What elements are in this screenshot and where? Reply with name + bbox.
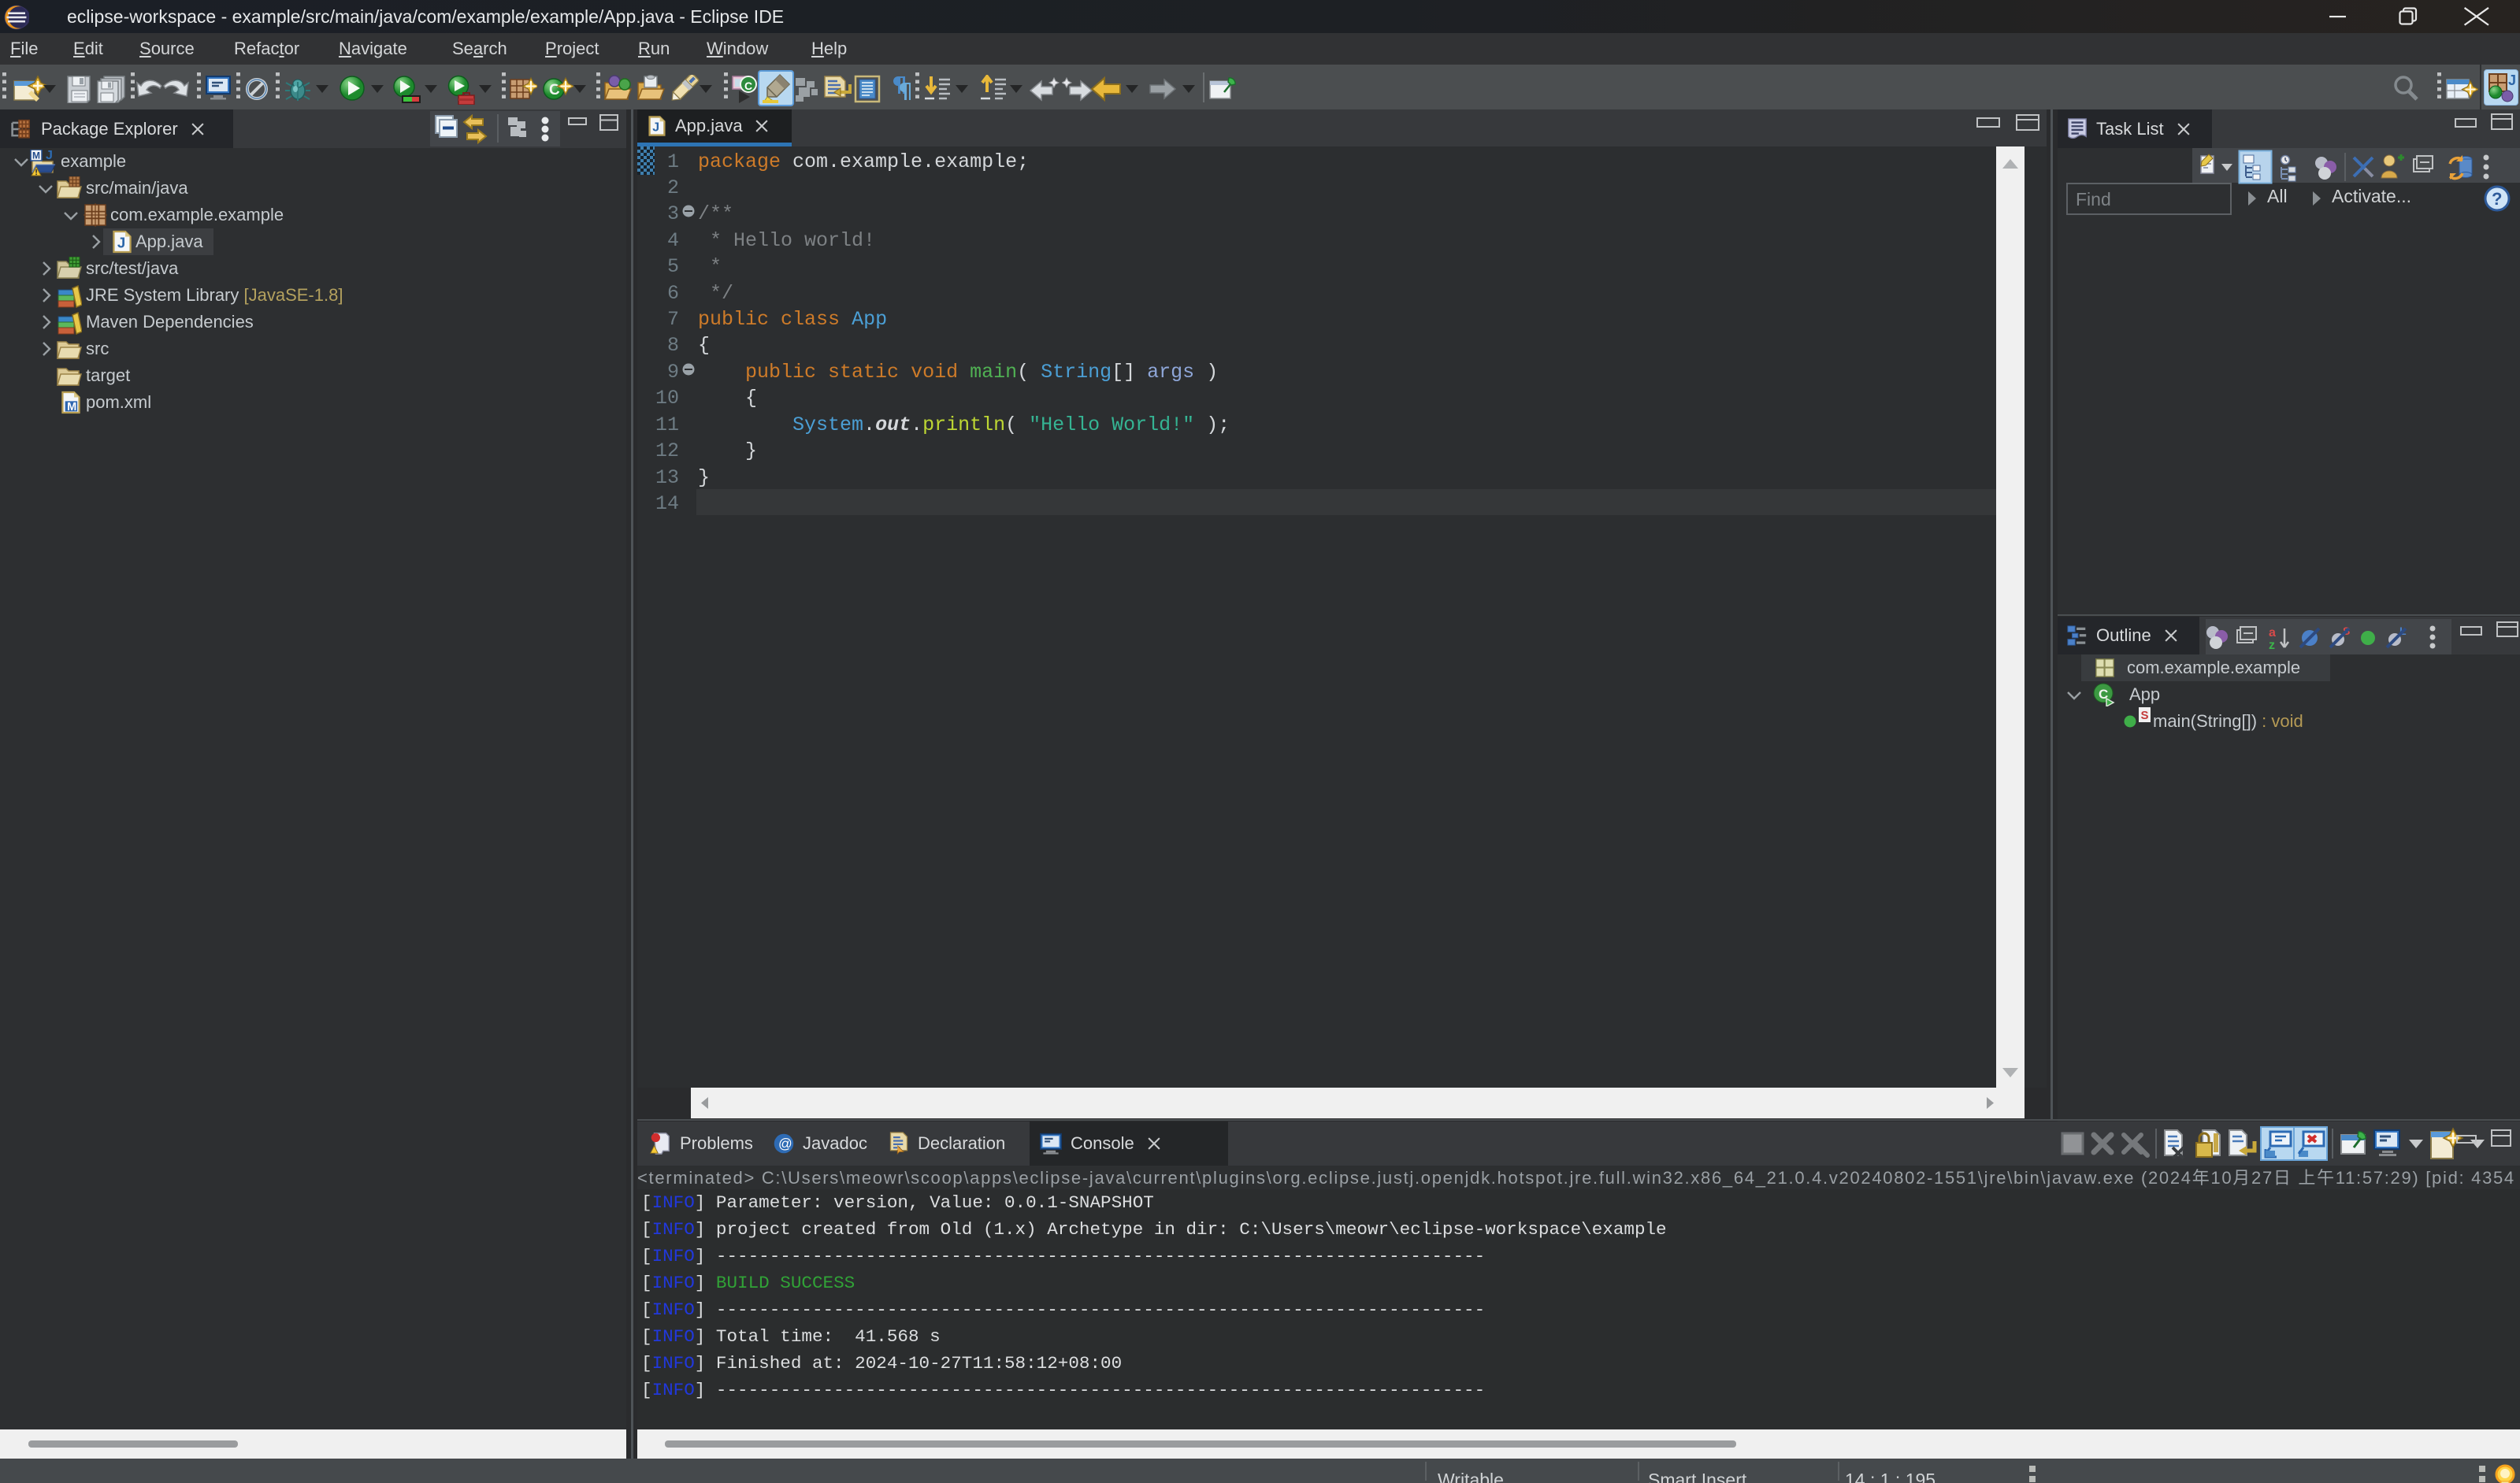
svg-text:?: ? (2492, 189, 2502, 209)
svg-text:J: J (2508, 72, 2516, 88)
svg-text:M: M (67, 401, 76, 413)
svg-text:M: M (32, 150, 40, 161)
svg-text:J: J (652, 121, 659, 135)
svg-text:S: S (2141, 709, 2149, 722)
svg-text:C: C (549, 82, 560, 98)
svg-text:J: J (46, 150, 53, 162)
svg-text:C: C (744, 80, 752, 92)
svg-text:J: J (117, 234, 125, 250)
svg-text:@: @ (778, 1136, 792, 1151)
svg-text:z: z (2269, 639, 2275, 652)
svg-text:a: a (2269, 626, 2276, 640)
